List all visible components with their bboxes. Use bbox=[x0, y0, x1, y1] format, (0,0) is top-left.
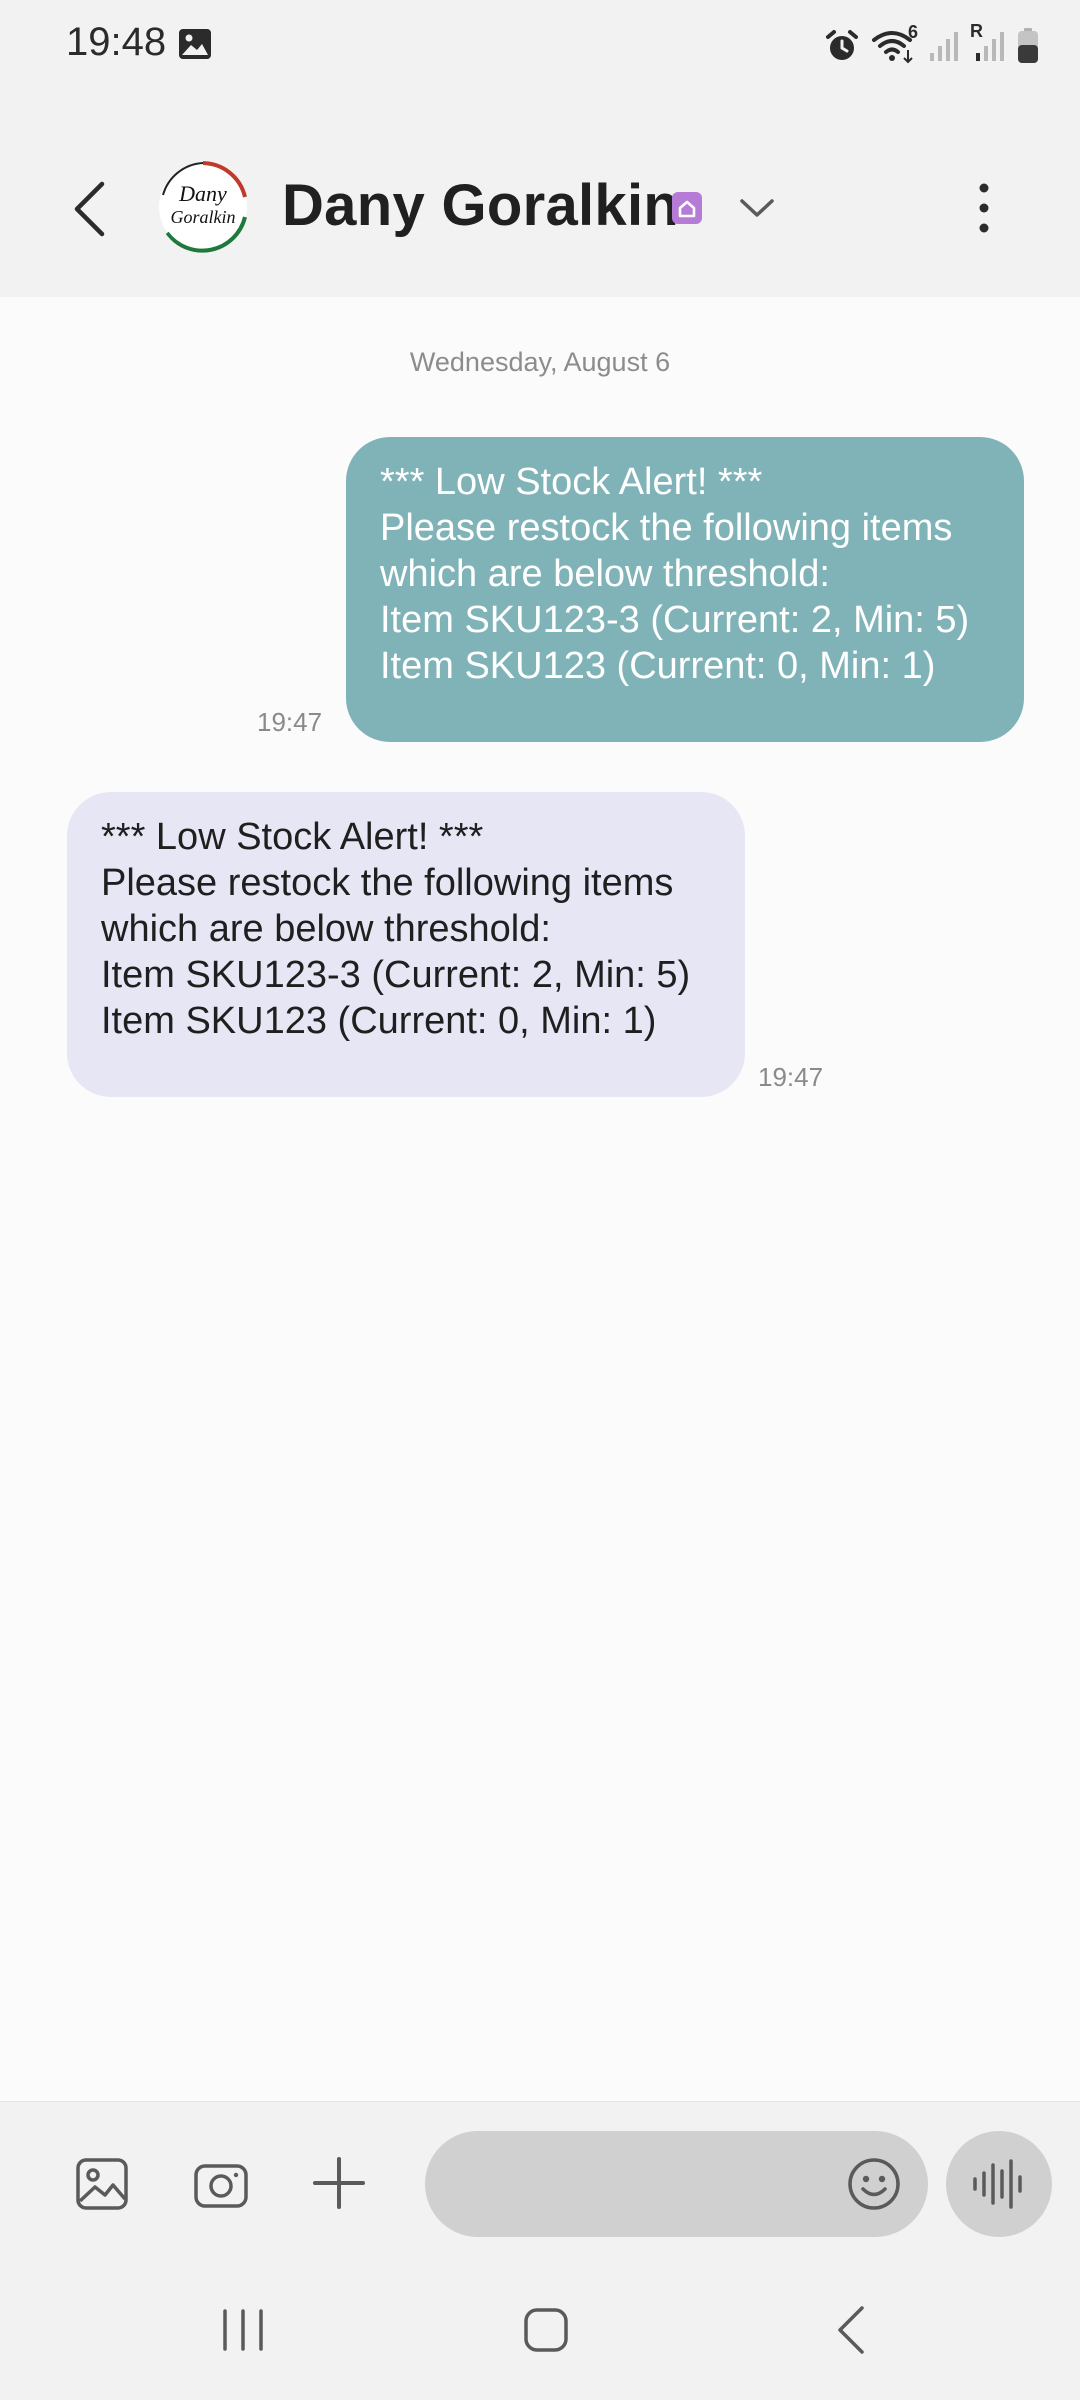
avatar-text-line1: Dany bbox=[178, 181, 227, 206]
date-separator: Wednesday, August 6 bbox=[409, 347, 671, 377]
avatar-text-line2: Goralkin bbox=[171, 207, 236, 227]
message-timestamp-received: 19:47 bbox=[758, 1062, 824, 1092]
chevron-down-icon bbox=[740, 199, 774, 217]
more-vert-icon bbox=[979, 183, 989, 233]
wifi-icon: 6 bbox=[872, 22, 918, 64]
emoji-icon bbox=[848, 2158, 900, 2210]
home-icon bbox=[524, 2308, 568, 2352]
more-options-button[interactable] bbox=[966, 180, 1002, 236]
message-bubble-sent[interactable]: *** Low Stock Alert! *** Please restock … bbox=[346, 437, 1024, 742]
alarm-icon bbox=[824, 28, 860, 64]
gallery-icon bbox=[76, 2158, 128, 2210]
contact-name[interactable]: Dany Goralkin bbox=[282, 172, 679, 239]
recent-apps-icon bbox=[223, 2309, 263, 2351]
back-arrow-icon bbox=[74, 181, 105, 237]
voice-waveform-icon bbox=[973, 2159, 1022, 2209]
add-attachment-button[interactable] bbox=[308, 2150, 370, 2216]
recent-apps-button[interactable] bbox=[220, 2307, 266, 2353]
message-bubble-received[interactable]: *** Low Stock Alert! *** Please restock … bbox=[67, 792, 745, 1097]
emoji-button[interactable] bbox=[845, 2155, 903, 2213]
battery-icon bbox=[1016, 27, 1040, 65]
nav-back-button[interactable] bbox=[832, 2304, 868, 2356]
avatar[interactable]: Dany Goralkin bbox=[157, 161, 249, 253]
back-icon bbox=[838, 2306, 864, 2354]
status-icons: 6 R bbox=[824, 21, 1040, 68]
voice-record-button[interactable] bbox=[946, 2131, 1052, 2237]
gallery-notification-icon bbox=[178, 28, 212, 60]
status-time: 19:48 bbox=[66, 20, 167, 64]
home-badge-icon bbox=[672, 192, 702, 224]
roaming-badge: R bbox=[970, 21, 983, 41]
signal-icon bbox=[928, 29, 958, 63]
gallery-button[interactable] bbox=[70, 2152, 134, 2216]
plus-icon bbox=[313, 2157, 365, 2209]
home-button[interactable] bbox=[522, 2306, 570, 2354]
message-timestamp-sent: 19:47 bbox=[257, 707, 323, 737]
roaming-signal-icon: R bbox=[970, 21, 1004, 63]
back-button[interactable] bbox=[64, 176, 114, 242]
wifi-badge: 6 bbox=[907, 22, 918, 42]
camera-button[interactable] bbox=[188, 2152, 254, 2216]
message-field[interactable] bbox=[425, 2131, 928, 2237]
message-input[interactable] bbox=[461, 2131, 841, 2237]
camera-icon bbox=[194, 2164, 248, 2208]
contact-details-toggle[interactable] bbox=[736, 190, 778, 226]
messaging-screen: 19:48 6 R Dany Goralkin Dany Goralkin We… bbox=[0, 0, 1080, 2400]
